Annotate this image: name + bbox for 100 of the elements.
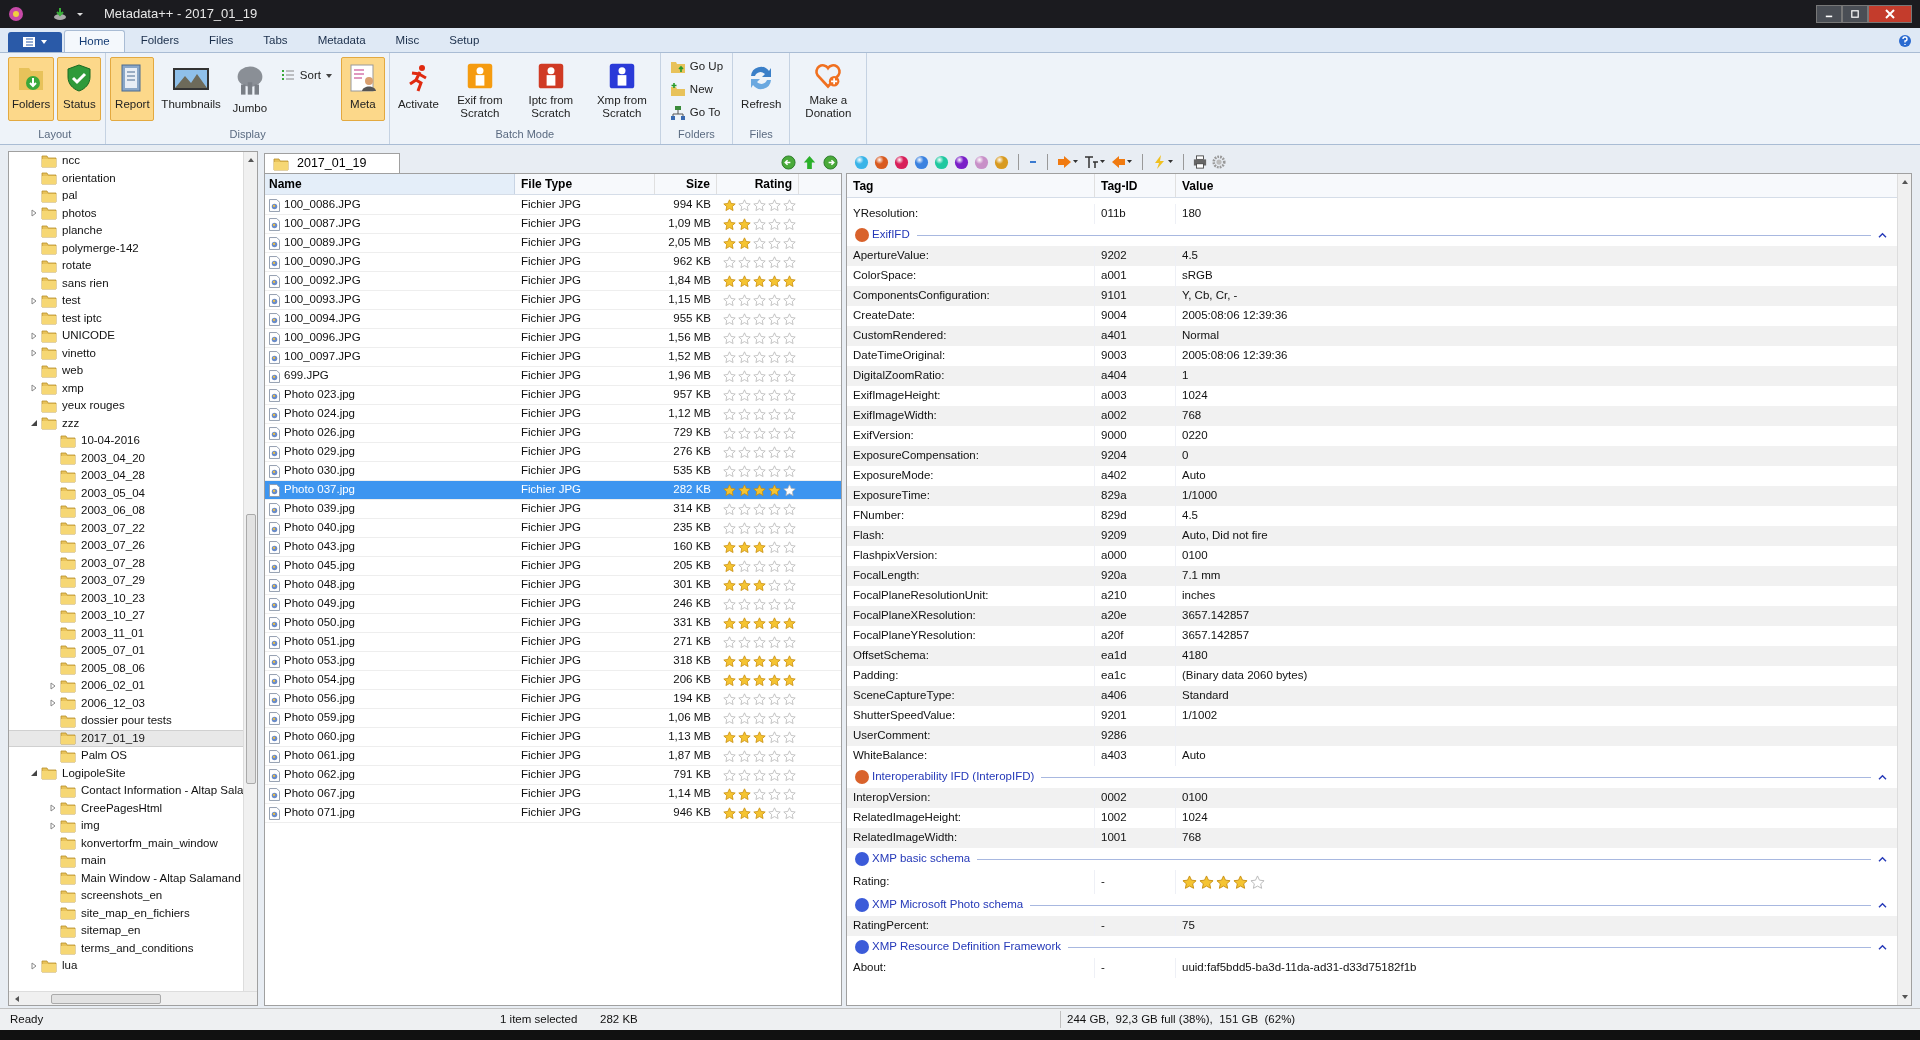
tree-item[interactable]: sitemap_en [9, 922, 243, 940]
lightning-dropdown-icon[interactable] [1152, 155, 1174, 169]
scroll-left-arrow-icon[interactable] [13, 994, 21, 1003]
tree-item[interactable]: 2005_07_01 [9, 642, 243, 660]
star-rating[interactable] [723, 521, 796, 535]
expand-arrow-icon[interactable] [30, 331, 38, 340]
file-row[interactable]: Photo 023.jpg Fichier JPG 957 KB [265, 386, 841, 405]
expand-arrow-icon[interactable] [30, 961, 38, 970]
file-row[interactable]: Photo 024.jpg Fichier JPG 1,12 MB [265, 405, 841, 424]
star-rating[interactable] [723, 198, 796, 212]
file-row[interactable]: Photo 062.jpg Fichier JPG 791 KB [265, 766, 841, 785]
file-row[interactable]: Photo 050.jpg Fichier JPG 331 KB [265, 614, 841, 633]
tree-item[interactable]: 2006_02_01 [9, 677, 243, 695]
expand-arrow-icon[interactable] [30, 209, 38, 218]
tree-item[interactable]: orientation [9, 169, 243, 187]
tree-item[interactable]: test [9, 292, 243, 310]
file-row[interactable]: 100_0097.JPG Fichier JPG 1,52 MB [265, 348, 841, 367]
ball-icon[interactable] [874, 154, 889, 170]
tree-item[interactable]: 10-04-2016 [9, 432, 243, 450]
star-rating[interactable] [723, 293, 796, 307]
ribbon-tab[interactable]: Folders [126, 30, 194, 52]
close-button[interactable] [1868, 5, 1912, 23]
star-rating[interactable] [723, 274, 796, 288]
tree-item[interactable]: lua [9, 957, 243, 975]
ribbon-button[interactable]: Make a Donation [794, 57, 863, 121]
star-rating[interactable] [723, 445, 796, 459]
ribbon-button[interactable]: Refresh [737, 57, 786, 121]
star-rating[interactable] [723, 407, 796, 421]
tree-item[interactable]: 2006_12_03 [9, 694, 243, 712]
star-rating[interactable] [723, 236, 796, 250]
tree-item[interactable]: terms_and_conditions [9, 939, 243, 957]
expand-arrow-icon[interactable] [30, 384, 38, 393]
collapse-chevron-icon[interactable] [1878, 943, 1887, 951]
file-row[interactable]: Photo 061.jpg Fichier JPG 1,87 MB [265, 747, 841, 766]
tree-item[interactable]: web [9, 362, 243, 380]
caret-icon[interactable] [76, 10, 84, 18]
settings-icon[interactable] [1212, 155, 1226, 169]
scrollbar-thumb[interactable] [51, 993, 161, 1004]
file-row[interactable]: 699.JPG Fichier JPG 1,96 MB [265, 367, 841, 386]
tree-item[interactable]: 2003_07_26 [9, 537, 243, 555]
file-row[interactable]: 100_0092.JPG Fichier JPG 1,84 MB [265, 272, 841, 291]
tree-item[interactable]: pal [9, 187, 243, 205]
star-rating[interactable] [723, 654, 796, 668]
arrow-left-dropdown-icon[interactable] [1111, 155, 1133, 169]
minimize-button[interactable] [1816, 5, 1842, 23]
tree-item[interactable]: dossier pour tests [9, 712, 243, 730]
column-header[interactable]: Rating [717, 174, 799, 194]
column-header[interactable]: Value [1176, 174, 1897, 197]
tree-item[interactable]: zzz [9, 414, 243, 432]
star-rating[interactable] [723, 578, 796, 592]
column-header[interactable]: File Type [515, 174, 655, 194]
download-icon[interactable] [52, 6, 68, 22]
ribbon-button[interactable]: Folders [8, 57, 55, 121]
file-row[interactable]: Photo 056.jpg Fichier JPG 194 KB [265, 690, 841, 709]
star-rating[interactable] [723, 483, 796, 497]
file-row[interactable]: 100_0086.JPG Fichier JPG 994 KB [265, 196, 841, 215]
star-rating[interactable] [723, 312, 796, 326]
collapse-arrow-icon[interactable] [30, 419, 38, 428]
scroll-down-arrow-icon[interactable] [1900, 993, 1909, 1001]
ball-icon[interactable] [954, 154, 969, 170]
scroll-up-arrow-icon[interactable] [246, 156, 255, 164]
ribbon-small-button[interactable]: New [664, 80, 729, 100]
ribbon-button[interactable]: Thumbnails [157, 57, 225, 121]
file-row[interactable]: 100_0094.JPG Fichier JPG 955 KB [265, 310, 841, 329]
tree-item[interactable]: 2003_07_29 [9, 572, 243, 590]
tree-item[interactable]: Contact Information - Altap Sala [9, 782, 243, 800]
tree-item[interactable]: main [9, 852, 243, 870]
ribbon-tab[interactable]: Home [64, 30, 125, 52]
collapse-chevron-icon[interactable] [1878, 855, 1887, 863]
star-rating[interactable] [723, 426, 796, 440]
star-rating[interactable] [723, 502, 796, 516]
star-rating[interactable] [723, 806, 796, 820]
ribbon-small-button[interactable]: Go Up [664, 57, 729, 77]
star-rating[interactable] [723, 559, 796, 573]
tree-item[interactable]: 2003_04_20 [9, 449, 243, 467]
tree-item[interactable]: sans rien [9, 274, 243, 292]
file-row[interactable]: Photo 029.jpg Fichier JPG 276 KB [265, 443, 841, 462]
tree-item[interactable]: screenshots_en [9, 887, 243, 905]
column-header[interactable]: Size [655, 174, 717, 194]
ribbon-button[interactable]: Activate [393, 57, 443, 121]
ribbon-button[interactable]: Report [110, 57, 155, 121]
file-row[interactable]: Photo 059.jpg Fichier JPG 1,06 MB [265, 709, 841, 728]
file-row[interactable]: Photo 048.jpg Fichier JPG 301 KB [265, 576, 841, 595]
tree-item[interactable]: 2003_10_27 [9, 607, 243, 625]
ribbon-tab[interactable]: Files [195, 30, 248, 52]
file-row[interactable]: Photo 060.jpg Fichier JPG 1,13 MB [265, 728, 841, 747]
file-row[interactable]: Photo 026.jpg Fichier JPG 729 KB [265, 424, 841, 443]
tree-item[interactable]: polymerge-142 [9, 239, 243, 257]
star-rating[interactable] [723, 597, 796, 611]
tree-item[interactable]: 2017_01_19 [9, 729, 243, 747]
file-row[interactable]: Photo 067.jpg Fichier JPG 1,14 MB [265, 785, 841, 804]
forward-icon[interactable] [823, 154, 838, 170]
collapse-chevron-icon[interactable] [1878, 901, 1887, 909]
ribbon-button[interactable]: Exif from Scratch [445, 57, 514, 121]
file-row[interactable]: Photo 039.jpg Fichier JPG 314 KB [265, 500, 841, 519]
tree-item[interactable]: 2005_08_06 [9, 659, 243, 677]
collapse-arrow-icon[interactable] [30, 769, 38, 778]
expand-arrow-icon[interactable] [49, 699, 57, 708]
star-rating[interactable] [723, 692, 796, 706]
expand-arrow-icon[interactable] [49, 821, 57, 830]
